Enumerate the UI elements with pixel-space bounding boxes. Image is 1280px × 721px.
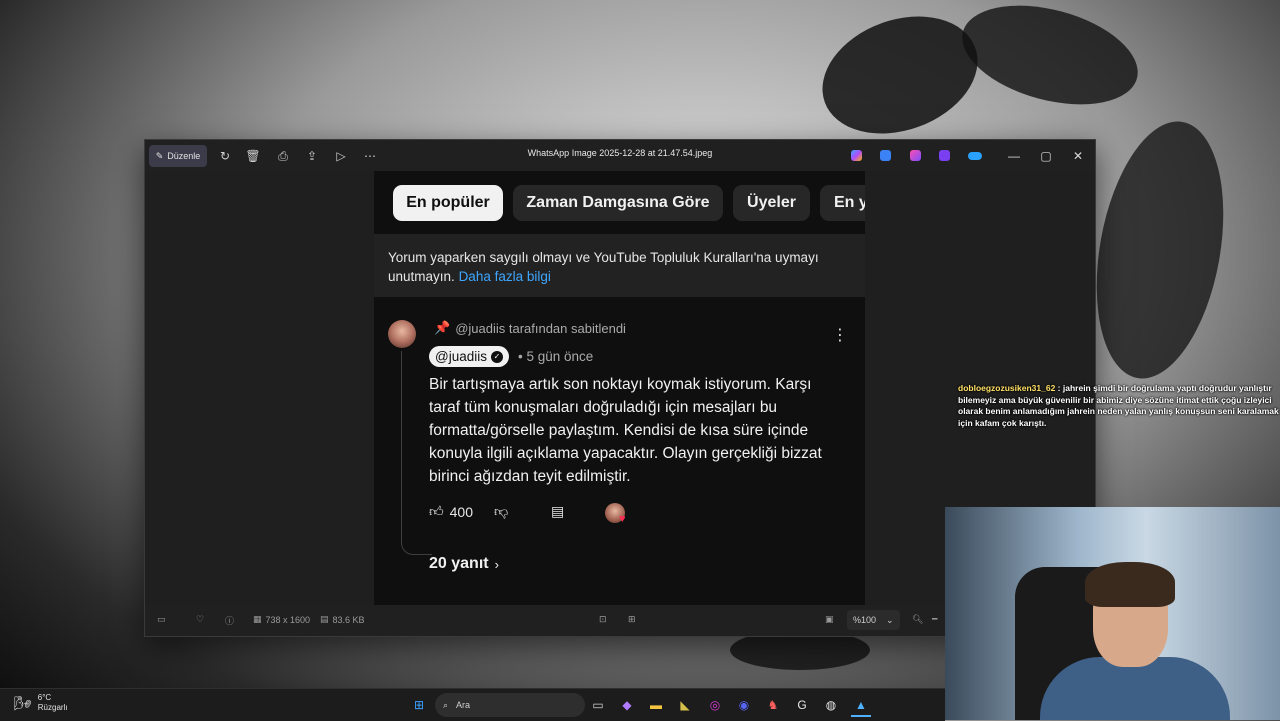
image-dimensions: 738 x 1600 — [265, 614, 311, 625]
zoom-out-icon[interactable]: 🔍︎ — [912, 614, 923, 625]
start-icon[interactable]: ⊞ — [409, 695, 429, 715]
title-bar: ✎ Düzenle ↻ 🗑 ⎙ ⇪ ▷ ⋯ WhatsApp Image 202… — [145, 140, 1095, 171]
comment-menu-icon: ⋮ — [832, 327, 848, 344]
filmstrip-icon[interactable]: ▭ — [157, 614, 166, 625]
thread-line — [401, 351, 432, 555]
weather-widget[interactable]: 🌬 6°C Rüzgarlı — [14, 693, 68, 713]
temperature: 6°C — [37, 693, 52, 702]
filesize-group: ▤ 83.6 KB — [320, 614, 365, 625]
chevron-right-icon: › — [494, 556, 499, 572]
weather-icon: 🌬 — [14, 695, 32, 711]
like-count: 400 — [449, 503, 473, 520]
file-explorer-icon[interactable]: ▬ — [646, 695, 666, 715]
taskbar: 🌬 6°C Rüzgarlı ⊞ ⌕ Ara ▭ ◆ ▬ ◣ ◎ ◉ ♞ G ◍… — [0, 688, 945, 721]
chip-popular: En popüler — [393, 185, 503, 221]
designer-icon[interactable] — [880, 150, 891, 161]
zoom-level: %100 — [853, 615, 877, 625]
onedrive-icon[interactable] — [968, 152, 982, 160]
displayed-image: En popüler Zaman Damgasına Göre Üyeler E… — [374, 171, 865, 605]
learn-more-link: Daha fazla bilgi — [458, 269, 551, 284]
replies-toggle: 20 yanıt › — [429, 555, 499, 573]
comment-time: • 5 gün önce — [518, 349, 594, 364]
file-size: 83.6 KB — [332, 614, 365, 625]
chevron-down-icon: ⌄ — [886, 614, 894, 625]
weather-condition: Rüzgarlı — [37, 703, 68, 712]
window-title: WhatsApp Image 2025-12-28 at 21.47.54.jp… — [527, 148, 713, 158]
copilot-icon[interactable] — [851, 150, 862, 161]
search-icon: ⌕ — [443, 699, 449, 710]
avatar — [388, 320, 416, 348]
file-icon: ▤ — [320, 614, 329, 624]
notice-text: Yorum yaparken saygılı olmayı ve YouTube… — [388, 250, 819, 284]
thumbs-down-icon: 👎︎ — [494, 503, 509, 519]
favorite-icon[interactable]: ♡ — [196, 614, 204, 625]
photos-taskbar-icon[interactable]: ▲ — [851, 695, 871, 717]
chip-timestamp: Zaman Damgasına Göre — [513, 185, 723, 221]
visual-search-icon[interactable]: ⊞ — [628, 614, 636, 625]
crop-visual-icon[interactable]: ⊡ — [599, 614, 607, 625]
g-hub-icon[interactable]: G — [792, 695, 812, 715]
zoom-dropdown[interactable]: %100 ⌄ — [847, 610, 900, 630]
task-view-icon[interactable]: ▭ — [588, 695, 608, 715]
author-name: @juadiis — [435, 349, 487, 364]
app-icon[interactable]: ◣ — [675, 695, 695, 715]
verified-icon: ✓ — [490, 350, 503, 363]
chip-members: Üyeler — [733, 185, 810, 221]
community-notice: Yorum yaparken saygılı olmayı ve YouTube… — [374, 234, 865, 297]
heart-icon: ♥ — [619, 513, 626, 525]
clipchamp-icon[interactable] — [939, 150, 950, 161]
replies-count: 20 yanıt — [429, 555, 489, 572]
pinned-label: 📌 @juadiis tarafından sabitlendi — [434, 320, 626, 336]
webcam-overlay — [945, 507, 1280, 720]
search-box[interactable]: ⌕ Ara — [435, 693, 585, 717]
minimize-button[interactable]: — — [999, 146, 1029, 166]
dimensions-group: ▦ 738 x 1600 — [253, 614, 310, 625]
info-icon[interactable]: ⓘ — [225, 614, 234, 627]
pin-icon: 📌 — [434, 320, 451, 335]
maximize-button[interactable]: ▢ — [1031, 146, 1061, 166]
copilot-taskbar-icon[interactable]: ◆ — [617, 695, 637, 715]
comment-sort-chips: En popüler Zaman Damgasına Göre Üyeler E… — [374, 171, 865, 234]
close-button[interactable]: ✕ — [1063, 146, 1093, 166]
streamer-hair — [1085, 562, 1175, 607]
image-size-icon: ▦ — [253, 614, 262, 624]
chip-newest: En y — [820, 185, 865, 221]
pinned-text: @juadiis tarafından sabitlendi — [455, 320, 626, 336]
paint-icon[interactable] — [910, 150, 921, 161]
zoom-slider[interactable]: ━ — [932, 614, 937, 625]
stream-chat-message: dobloegzozusiken31_62 : jahrein şimdi bi… — [958, 383, 1279, 428]
reply-icon: ▤ — [551, 503, 565, 519]
search-placeholder: Ara — [456, 700, 471, 710]
like-group: 👍︎ 400 — [429, 503, 473, 520]
media-player-icon[interactable]: ◎ — [705, 695, 725, 715]
thumbs-up-icon: 👍︎ — [429, 503, 444, 519]
comment-body: Bir tartışmaya artık son noktayı koymak … — [429, 376, 822, 485]
game-icon[interactable]: ♞ — [763, 695, 783, 715]
fit-window-icon[interactable]: ▣ — [825, 614, 834, 625]
author-badge: @juadiis ✓ — [429, 346, 509, 367]
chrome-icon[interactable]: ◍ — [821, 695, 841, 715]
chat-username: dobloegzozusiken31_62 — [958, 383, 1056, 393]
discord-icon[interactable]: ◉ — [734, 695, 754, 715]
